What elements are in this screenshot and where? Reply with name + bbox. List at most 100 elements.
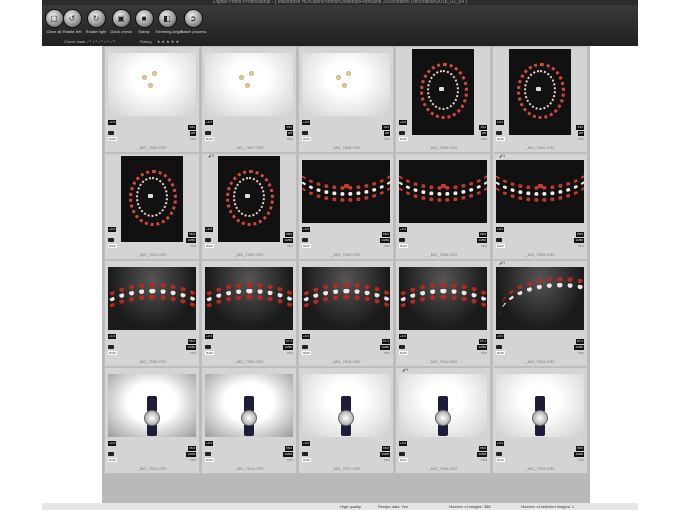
exposure-badge: +0.3 <box>399 120 407 125</box>
thumbnail-cell[interactable]: +0.3 f/7.1 1/250 RAW f/8.0 _MG_7909.CR2 <box>201 260 297 367</box>
thumbnail-cell[interactable]: +0.3 f/8.0 1/250 RAW f/8.0 _MG_7903.CR2 <box>298 153 394 260</box>
file-name: _MG_7898.CR2 <box>331 145 361 150</box>
check-mark-filter[interactable]: Check mark ✓¹ ✓² ✓³ ✓⁴ ✓⁵ <box>64 39 115 44</box>
thumbnail-cell[interactable]: +0.3 f/8.0 1/200 RAW f/8.0 _MG_7913.CR2 <box>104 367 200 474</box>
shooting-info-badge: f/8.0 <box>188 232 196 237</box>
thumbnail-image[interactable] <box>205 374 293 437</box>
thumbnail-cell[interactable]: +0.3 f/8.0 1/250 RAW f/8.0 _MG_7904.CR2 <box>395 153 491 260</box>
thumbnail-cell[interactable]: ✓¹ +0.3 f/8.0 1/250 RAW f/8.0 _MG_7905.CR2 <box>492 153 588 260</box>
thumbnail-image[interactable] <box>496 267 584 330</box>
raw-label: RAW <box>399 244 408 248</box>
thumbnail-cell[interactable]: +0.3 f/8.0 1/250 RAW f/8.0 _MG_7906.CR2 <box>104 260 200 367</box>
exposure-badge: +0.3 <box>496 334 504 339</box>
thumbnail-cell[interactable]: +0.3 f/7.1 1/250 RAW f/8.0 _MG_7910.CR2 <box>298 260 394 367</box>
thumbnail-image[interactable] <box>121 156 183 242</box>
shooting-info-badge: f/8.0 <box>382 232 390 237</box>
exposure-badge: +0.3 <box>302 227 310 232</box>
check-mark-label: Check mark <box>64 39 86 44</box>
aperture-label: f/8.0 <box>384 351 390 355</box>
thumbnail-cell[interactable]: +0.3 1/11 2/5 RAW f/8.0 _MG_7890.CR2 <box>104 46 200 153</box>
clasp-shape <box>441 184 446 188</box>
trimming-angle-button[interactable]: ◧ Trimming Angle <box>155 9 183 34</box>
quick-check-button[interactable]: ▣ Quick check <box>109 9 133 34</box>
camera-icon <box>108 345 114 349</box>
shooting-info-badge: 1/200 <box>186 452 196 457</box>
thumbnail-image[interactable] <box>108 374 196 437</box>
shooting-info-badge: 1/250 <box>283 238 293 243</box>
camera-icon <box>302 345 308 349</box>
thumbnail-row: +0.3 f/8.0 1/250 RAW f/8.0 _MG_7901.CR2 ✓¹ +0.3… <box>104 153 588 260</box>
bead-strand-shape <box>302 295 390 330</box>
thumbnail-cell[interactable]: +0.3 f/8.0 1/200 RAW f/8.0 _MG_7914.CR2 <box>201 367 297 474</box>
watch-shape <box>338 396 354 436</box>
thumbnail-image[interactable] <box>399 374 487 437</box>
raw-label: RAW <box>108 137 117 141</box>
rotate-right-button[interactable]: ↻ Rotate right <box>84 9 108 34</box>
shooting-info-badge: f/8.0 <box>576 232 584 237</box>
camera-icon <box>108 452 114 456</box>
stamp-label: Stamp <box>138 29 150 34</box>
rotate-left-button[interactable]: ↺ Rotate left <box>60 9 84 34</box>
shooting-info-badge: 1/250 <box>477 238 487 243</box>
thumbnail-image[interactable] <box>412 49 474 135</box>
thumbnail-image[interactable] <box>399 267 487 330</box>
thumbnail-cell[interactable]: ✓¹ +0.3 f/8.0 1/200 RAW f/8.0 _MG_7918.CR2 <box>395 367 491 474</box>
aperture-label: f/8.0 <box>481 458 487 462</box>
thumbnail-cell[interactable]: ✓¹ +0.3 f/7.1 1/250 RAW f/8.0 _MG_7912.CR2 <box>492 260 588 367</box>
raw-label: RAW <box>496 351 505 355</box>
thumbnail-cell[interactable]: +0.3 1/11 2/5 RAW f/8.0 _MG_7899.CR2 <box>395 46 491 153</box>
thumbnail-image[interactable] <box>302 160 390 223</box>
thumbnail-cell[interactable]: ✓¹ +0.3 f/8.0 1/250 RAW f/8.0 _MG_7902.CR2 <box>201 153 297 260</box>
thumbnail-image[interactable] <box>205 267 293 330</box>
thumbnail-cell[interactable]: +0.3 1/11 2/5 RAW f/8.0 _MG_7898.CR2 <box>298 46 394 153</box>
thumbnail-grid[interactable]: +0.3 1/11 2/5 RAW f/8.0 _MG_7890.CR2 +0.3 1/11 2… <box>104 46 590 503</box>
rating-stars-icon[interactable]: ★ ★ ★ ★ ★ <box>157 39 179 44</box>
camera-icon <box>399 238 405 242</box>
watch-shape <box>241 396 257 436</box>
camera-icon <box>205 345 211 349</box>
thumbnail-image[interactable] <box>302 53 390 116</box>
shooting-info-badge: 1/200 <box>283 452 293 457</box>
thumbnail-row: +0.3 f/8.0 1/200 RAW f/8.0 _MG_7913.CR2 +0.3 f/… <box>104 367 588 474</box>
exposure-badge: +0.3 <box>302 441 310 446</box>
stamp-button[interactable]: ■ Stamp <box>132 9 156 34</box>
thumbnail-image[interactable] <box>509 49 571 135</box>
raw-label: RAW <box>496 458 505 462</box>
thumbnail-image[interactable] <box>218 156 280 242</box>
shooting-info-badge: 1/200 <box>380 452 390 457</box>
batch-process-icon: ➲ <box>183 9 203 28</box>
rotate-right-icon: ↻ <box>86 9 106 28</box>
image-count: Number of images: 388 <box>449 504 491 509</box>
thumbnail-image[interactable] <box>108 267 196 330</box>
raw-label: RAW <box>205 351 214 355</box>
quick-check-icon: ▣ <box>111 9 131 28</box>
thumbnail-cell[interactable]: +0.3 f/8.0 1/250 RAW f/8.0 _MG_7901.CR2 <box>104 153 200 260</box>
thumbnail-image[interactable] <box>108 53 196 116</box>
file-name: _MG_7914.CR2 <box>234 466 264 471</box>
bead-strand-shape <box>205 295 293 330</box>
shooting-info-badge: 1/250 <box>574 345 584 350</box>
earring-shape <box>249 71 254 76</box>
bead-strand-shape <box>399 160 487 202</box>
bead-strand-shape <box>496 160 584 202</box>
thumbnail-cell[interactable]: +0.3 1/11 2/5 RAW f/8.0 _MG_7897.CR2 <box>201 46 297 153</box>
thumbnail-image[interactable] <box>302 374 390 437</box>
thumbnail-image[interactable] <box>496 374 584 437</box>
shooting-info-badge: 1/11 <box>285 125 293 130</box>
camera-icon <box>496 452 502 456</box>
exposure-badge: +0.3 <box>302 334 310 339</box>
thumbnail-cell[interactable]: +0.3 f/8.0 1/200 RAW f/8.0 _MG_7917.CR2 <box>298 367 394 474</box>
check-mark-icons[interactable]: ✓¹ ✓² ✓³ ✓⁴ ✓⁵ <box>86 39 115 44</box>
thumbnail-image[interactable] <box>302 267 390 330</box>
file-name: _MG_7902.CR2 <box>234 252 264 257</box>
thumbnail-image[interactable] <box>496 160 584 223</box>
thumbnail-image[interactable] <box>399 160 487 223</box>
rating-filter[interactable]: Rating ★ ★ ★ ★ ★ <box>140 39 179 44</box>
thumbnail-cell[interactable]: +0.3 1/11 2/5 RAW f/8.0 _MG_7900.CR2 <box>492 46 588 153</box>
earring-shape <box>336 75 341 80</box>
batch-process-button[interactable]: ➲ Batch process <box>181 9 206 34</box>
thumbnail-image[interactable] <box>205 53 293 116</box>
thumbnail-cell[interactable]: +0.3 f/7.1 1/250 RAW f/8.0 _MG_7911.CR2 <box>395 260 491 367</box>
trimming-angle-label: Trimming Angle <box>155 29 183 34</box>
thumbnail-cell[interactable]: +0.3 f/8.0 1/200 RAW f/8.0 _MG_7919.CR2 <box>492 367 588 474</box>
